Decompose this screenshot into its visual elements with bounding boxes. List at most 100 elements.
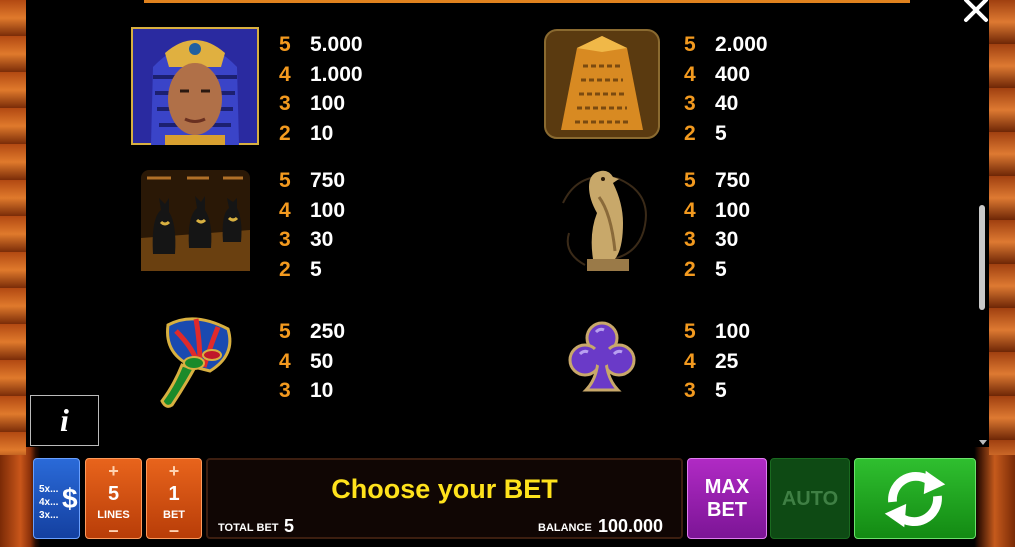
symbol-count: 3 [684,92,696,116]
pay-row: 4 100 [684,196,750,226]
auto-label: AUTO [781,488,839,510]
symbol-count: 4 [279,349,291,373]
pay-row: 35 [684,376,750,406]
lines-stepper[interactable]: + 5 LINES – [85,458,142,541]
pay-row: 5 750 [279,166,345,196]
total-bet-label: TOTAL BET [218,522,279,534]
pay-row: 5 100 [684,317,750,347]
payout-value: 100 [310,92,346,116]
obelisk-paytable: 5 2.000 4 400 3 40 25 [684,30,768,149]
pay-row: 4 1.000 [279,60,363,90]
payout-value: 30 [715,228,739,252]
cat-statues-icon [141,170,250,271]
pay-row: 25 [684,119,768,149]
payout-value: 250 [310,320,346,343]
pay-row: 5 5.000 [279,30,363,60]
symbol-count: 2 [279,122,291,146]
symbol-count: 3 [279,379,291,403]
symbol-count: 5 [684,33,696,56]
symbol-count: 3 [684,228,696,252]
pharaoh-paytable: 5 5.000 4 1.000 3 100 2 10 [279,30,363,149]
symbol-count: 3 [684,379,696,403]
bet-value: 1 [168,483,180,505]
symbol-count: 3 [279,92,291,116]
info-button[interactable]: i [30,395,99,446]
pay-row: 5 2.000 [684,30,768,60]
symbol-count: 4 [684,198,696,222]
symbol-count: 4 [684,62,696,86]
pay-row: 3 30 [279,225,345,255]
scroll-down-arrow[interactable] [979,440,987,445]
symbol-count: 5 [279,33,291,56]
payout-value: 30 [310,228,334,252]
multiplier-label: 5x... [39,484,59,495]
pay-row: 3 40 [684,89,768,119]
scrollbar-thumb[interactable] [979,205,985,310]
payout-value: 100 [310,198,346,222]
symbol-count: 2 [279,258,291,282]
falcon-statue-icon [562,170,647,271]
status-message: Choose your BET [331,474,558,504]
symbol-count: 5 [684,320,696,343]
payout-value: 10 [310,122,334,146]
lines-decrease-button[interactable]: – [86,520,141,541]
background-left-decoration [0,0,26,455]
cat-statues-paytable: 5 750 4 100 3 30 25 [279,166,345,285]
payout-value: 40 [715,92,739,116]
gamble-button[interactable]: 5x... 4x... 3x... $ [33,458,80,539]
payout-value: 100 [715,320,751,343]
pay-row: 3 30 [684,225,750,255]
payout-value: 100 [715,198,751,222]
pay-row: 4 25 [684,347,750,377]
top-divider [144,0,910,3]
symbol-count: 5 [279,320,291,343]
pay-row: 2 10 [279,119,363,149]
scrollbar[interactable] [976,0,989,447]
symbol-count: 4 [279,198,291,222]
pay-row: 25 [684,255,750,285]
dollar-icon: $ [62,483,78,514]
info-icon: i [60,402,69,438]
payout-value: 750 [310,169,346,192]
max-bet-label: MAX [704,476,750,498]
spin-arrows-icon [884,470,946,528]
obelisk-icon [544,29,660,139]
symbol-count: 2 [684,122,696,146]
symbol-count: 5 [279,169,291,192]
symbol-count: 3 [279,228,291,252]
paytable-panel: 5 5.000 4 1.000 3 100 2 10 5 2.000 4 400 3 40 2… [26,0,989,447]
bet-stepper[interactable]: + 1 BET – [146,458,202,541]
payout-value: 50 [310,349,334,373]
pay-row: 4 400 [684,60,768,90]
payout-value: 10 [310,379,334,403]
symbol-count: 5 [684,169,696,192]
bet-decrease-button[interactable]: – [147,520,201,541]
gamble-multipliers: 5x... 4x... 3x... [39,483,58,522]
payout-value: 5.000 [310,33,363,56]
auto-play-button[interactable]: AUTO [770,458,850,539]
pay-row: 4 50 [279,347,345,377]
payout-value: 5 [715,258,727,282]
pharaoh-icon [131,27,259,145]
payout-value: 5 [715,122,727,146]
bet-increase-button[interactable]: + [147,461,201,482]
payout-value: 750 [715,169,751,192]
pay-row: 5 250 [279,317,345,347]
pay-row: 5 750 [684,166,750,196]
total-bet-value: 5 [284,516,295,536]
payout-value: 25 [715,349,739,373]
symbol-count: 4 [684,349,696,373]
spin-button[interactable] [854,458,976,539]
pay-row: 25 [279,255,345,285]
lotus-fan-paytable: 5 250 4 50 3 10 [279,317,345,406]
lotus-fan-icon [160,317,232,408]
pay-row: 3 100 [279,89,363,119]
max-bet-button[interactable]: MAX BET [687,458,767,539]
payout-value: 1.000 [310,62,363,86]
background-right-decoration [989,0,1015,455]
max-bet-label: BET [707,499,747,521]
payout-value: 5 [310,258,322,282]
lines-increase-button[interactable]: + [86,461,141,482]
falcon-statue-paytable: 5 750 4 100 3 30 25 [684,166,750,285]
symbol-count: 4 [279,62,291,86]
